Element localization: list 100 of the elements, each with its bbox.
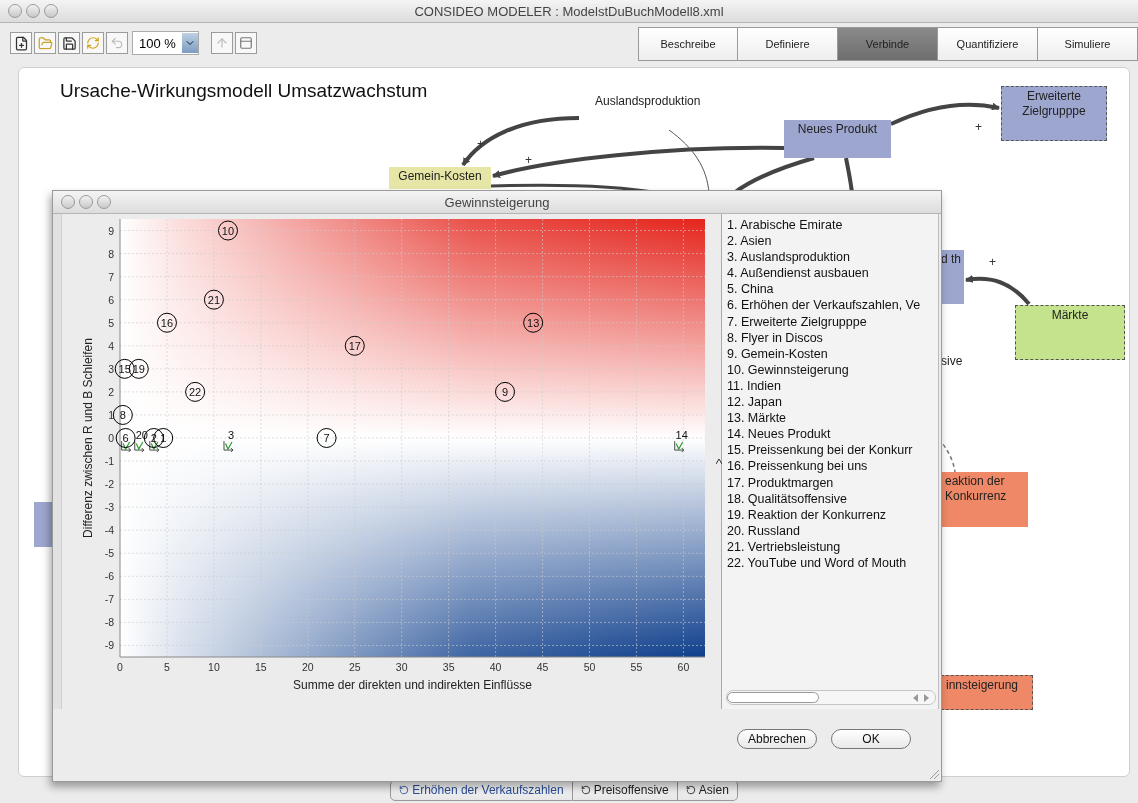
legend-item: 1. Arabische Emirate [727, 217, 844, 234]
legend-item: 15. Preissenkung bei der Konkurr [727, 442, 914, 459]
legend-item: 8. Flyer in Discos [727, 329, 824, 346]
legend-item: 6. Erhöhen der Verkaufszahlen, Ve [727, 297, 922, 314]
zoom-button[interactable] [97, 195, 111, 209]
caret-icon[interactable] [716, 459, 722, 464]
y-tick-label: -3 [104, 501, 114, 514]
close-button[interactable] [61, 195, 75, 209]
point-label: 1 [160, 432, 167, 444]
legend-item: 3. Auslandsproduktion [727, 249, 851, 266]
legend-item: 19. Reaktion der Konkurrenz [727, 506, 888, 523]
point-label: 9 [501, 385, 509, 398]
legend-item: 4. Außendienst ausbauen [727, 265, 870, 282]
y-tick-label: -6 [104, 570, 114, 583]
x-tick-label: 40 [489, 661, 502, 673]
legend-item: 21. Vertriebsleistung [727, 538, 842, 555]
legend-item: 16. Preissenkung bei uns [727, 458, 869, 475]
point-label: 22 [189, 385, 202, 398]
y-tick-label: 1 [108, 408, 114, 421]
y-axis-title: Differenz zwischen R und B Schleifen [81, 338, 95, 538]
point-label: 13 [527, 316, 540, 329]
model-node[interactable]: Gemein-Kosten [389, 167, 491, 189]
scenario-icon [580, 785, 591, 795]
arrow [965, 275, 1031, 306]
legend-item: 18. Qualitätsoffensive [727, 490, 848, 507]
y-tick-label: -2 [104, 478, 114, 491]
zoom-select[interactable]: 100 % [132, 31, 199, 55]
x-tick-label: 5 [164, 661, 170, 673]
polarity-sign: + [525, 153, 532, 167]
model-node[interactable] [34, 502, 54, 547]
x-tick-label: 10 [208, 661, 220, 673]
x-tick-label: 45 [536, 661, 549, 673]
y-tick-label: -1 [104, 455, 114, 468]
phase-tab[interactable]: Definiere [738, 27, 838, 61]
y-tick-label: 3 [108, 362, 114, 375]
point-label: 8 [119, 408, 126, 421]
phase-tab[interactable]: Beschreibe [638, 27, 738, 61]
resize-grip-icon[interactable] [929, 769, 939, 779]
trend-marker [674, 440, 685, 453]
y-tick-label: -4 [104, 524, 114, 537]
node-label: Auslandsproduktion [594, 93, 702, 110]
trend-marker [121, 440, 132, 453]
y-tick-label: 5 [108, 316, 114, 329]
legend-item: 10. Gewinnsteigerung [727, 361, 850, 378]
legend-item: 12. Japan [727, 394, 783, 411]
data-point [316, 428, 337, 448]
undo-icon[interactable] [106, 32, 128, 54]
point-label: 17 [348, 339, 361, 352]
y-tick-label: 8 [108, 247, 114, 260]
close-button[interactable] [8, 4, 22, 18]
legend-item: 17. Produktmargen [727, 474, 835, 491]
point-label: 14 [675, 429, 688, 442]
panel-icon[interactable] [234, 32, 257, 54]
y-tick-label: -5 [104, 547, 114, 560]
x-tick-label: 25 [348, 661, 361, 673]
trend-marker [134, 440, 145, 453]
data-point [115, 428, 136, 448]
horizontal-scrollbar[interactable] [726, 690, 936, 705]
new-file-icon[interactable] [10, 32, 32, 54]
y-tick-label: 7 [108, 270, 114, 283]
y-tick-label: -8 [104, 616, 114, 629]
legend-item: 5. China [727, 281, 775, 298]
legend-item: 20. Russland [727, 522, 801, 539]
y-tick-label: -9 [104, 639, 114, 652]
model-node[interactable]: Märkte [1015, 305, 1125, 360]
x-tick-label: 60 [677, 661, 690, 673]
model-title: Ursache-Wirkungsmodell Umsatzwachstum [60, 80, 428, 102]
node-label: sive [940, 353, 964, 370]
minimize-button[interactable] [26, 4, 40, 18]
point-label: 3 [227, 429, 235, 442]
x-tick-label: 20 [301, 661, 314, 673]
legend-item: 22. YouTube und Word of Mouth [727, 554, 908, 572]
scenario-icon [685, 785, 696, 795]
data-point [112, 404, 133, 425]
save-icon[interactable] [58, 32, 80, 54]
x-tick-label: 50 [583, 661, 596, 673]
x-tick-label: 15 [255, 661, 267, 673]
phase-tab[interactable]: Verbinde [838, 27, 938, 61]
y-tick-label: 4 [108, 339, 114, 352]
legend-item: 11. Indien [727, 377, 782, 395]
x-axis-title: Summe der direkten und indirekten Einflüsse [293, 678, 532, 692]
model-node[interactable]: Erweiterte Zielgrupppe [1001, 86, 1107, 141]
data-point [495, 381, 515, 402]
ok-button[interactable]: OK [831, 729, 911, 749]
point-label: 7 [323, 432, 330, 444]
x-tick-label: 0 [117, 661, 123, 673]
minimize-button[interactable] [79, 195, 93, 209]
point-label: 20 [135, 429, 148, 442]
cancel-button[interactable]: Abbrechen [736, 729, 817, 749]
phase-tab[interactable]: Quantifiziere [938, 27, 1038, 61]
y-tick-label: 0 [108, 432, 114, 444]
y-tick-label: 9 [108, 224, 114, 237]
phase-tab[interactable]: Simuliere [1038, 27, 1138, 61]
trend-marker [149, 440, 160, 453]
legend-item: 2. Asien [727, 233, 773, 250]
zoom-button[interactable] [44, 4, 58, 18]
trend-marker [223, 440, 234, 453]
point-label: 16 [160, 316, 174, 329]
polarity-sign: + [989, 255, 996, 269]
model-node[interactable]: Neues Produkt [784, 120, 891, 158]
